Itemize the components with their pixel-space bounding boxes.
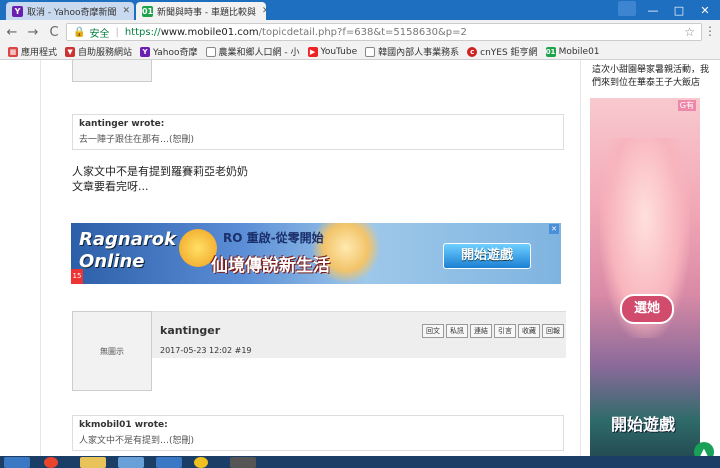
- url-host: www.mobile01.com: [160, 26, 259, 38]
- report-button[interactable]: 回報: [542, 324, 564, 338]
- ad-title: 仙境傳說新生活: [211, 256, 330, 276]
- post-line: 人家文中不是有提到羅賽莉亞老奶奶: [72, 165, 248, 178]
- bookmark-apps[interactable]: ▦ 應用程式: [8, 45, 57, 58]
- bookmark-cnyes[interactable]: c cnYES 鉅亨網: [467, 45, 538, 58]
- youtube-icon: ▶: [307, 46, 318, 57]
- ad-subtitle: RO 重啟-從零開始: [223, 231, 324, 245]
- bookmark-label: YouTube: [320, 46, 358, 57]
- media-icon[interactable]: [194, 457, 208, 468]
- close-tab-icon[interactable]: ✕: [116, 6, 130, 16]
- quote-block: kantinger wrote: 去一陣子跟住在那有…(恕刪): [72, 114, 564, 150]
- quote-author: kkmobil01 wrote:: [79, 420, 168, 430]
- scroll-to-top-button[interactable]: ▲: [694, 442, 714, 456]
- post-header: kantinger 2017-05-23 12:02 #19 回文 私訊 連結 …: [152, 311, 566, 358]
- ad-brand-badge: G有: [677, 100, 696, 111]
- bookmark-label: Yahoo奇摩: [153, 48, 198, 58]
- forward-button[interactable]: →: [24, 23, 42, 41]
- page-icon: [205, 46, 216, 57]
- avatar: [72, 60, 152, 82]
- close-window-button[interactable]: ✕: [692, 0, 718, 20]
- bookmark-agri[interactable]: 農業和鄉人口網 - 小: [205, 45, 300, 58]
- quote-text: 人家文中不是有提到…(恕刪): [79, 436, 195, 446]
- start-game-text[interactable]: 開始遊戲: [610, 416, 676, 434]
- close-tab-icon[interactable]: ✕: [256, 6, 266, 16]
- quote-block: kkmobil01 wrote: 人家文中不是有提到…(恕刪): [72, 415, 564, 451]
- age-rating-badge: 15: [71, 269, 83, 284]
- choose-her-button[interactable]: 選她: [620, 294, 674, 324]
- bookmark-label: 韓國內部人事業務系: [378, 48, 460, 58]
- tab-title: 新聞與時事 - 車題比較與: [157, 7, 256, 18]
- sidebar-article-link[interactable]: 這次小甜園舉家暑親活動，我們來到位在華泰王子大飯店: [592, 64, 712, 90]
- tab-mobile01[interactable]: 01 新聞與時事 - 車題比較與 ✕: [136, 2, 266, 20]
- taskbar: [0, 456, 720, 468]
- chrome-icon[interactable]: [44, 457, 58, 468]
- bookmark-yahoo[interactable]: Y Yahoo奇摩: [140, 45, 198, 58]
- mobile01-favicon-icon: 01: [141, 5, 154, 17]
- cnyes-icon: c: [467, 46, 478, 57]
- forum-post: 無圖示 kantinger 2017-05-23 12:02 #19 回文 私訊…: [72, 311, 566, 391]
- browser-toolbar: ← → C 🔒 安全 | https:// www.mobile01.com /…: [0, 20, 720, 44]
- app-icon[interactable]: [230, 457, 256, 468]
- bookmark-self-service[interactable]: ▼ 自助服務網站: [65, 45, 132, 58]
- ie-icon[interactable]: [156, 457, 182, 468]
- post-meta: 2017-05-23 12:02 #19: [160, 346, 252, 355]
- tab-title: 取消 - Yahoo奇摩新聞: [27, 7, 117, 18]
- message-button[interactable]: 私訊: [446, 324, 468, 338]
- bookmark-star-icon[interactable]: ☆: [684, 25, 695, 39]
- reply-button[interactable]: 回文: [422, 324, 444, 338]
- tab-yahoo[interactable]: Y 取消 - Yahoo奇摩新聞 ✕: [6, 2, 134, 20]
- quote-button[interactable]: 引言: [494, 324, 516, 338]
- quote-text: 去一陣子跟住在那有…(恕刪): [79, 135, 195, 145]
- post-author[interactable]: kantinger: [160, 324, 220, 337]
- post-line: 文章要看完呀...: [72, 180, 149, 193]
- address-bar[interactable]: 🔒 安全 | https:// www.mobile01.com /topicd…: [66, 23, 702, 41]
- back-button[interactable]: ←: [3, 23, 21, 41]
- url-scheme: https://: [124, 26, 161, 38]
- app-icon[interactable]: [118, 457, 144, 468]
- tab-strip: Y 取消 - Yahoo奇摩新聞 ✕ 01 新聞與時事 - 車題比較與 ✕ — …: [0, 0, 720, 20]
- yahoo-icon: Y: [140, 46, 151, 57]
- bookmark-label: cnYES 鉅亨網: [480, 48, 538, 58]
- reload-button[interactable]: C: [45, 23, 63, 41]
- divider: |: [115, 26, 119, 38]
- start-game-button[interactable]: 開始遊戲: [443, 243, 531, 269]
- divider: [40, 60, 41, 456]
- yahoo-favicon-icon: Y: [12, 5, 23, 17]
- bookmark-youtube[interactable]: ▶ YouTube: [307, 46, 358, 57]
- shield-icon: ▼: [65, 46, 76, 57]
- link-button[interactable]: 連結: [470, 324, 492, 338]
- bookmark-label: 應用程式: [21, 48, 58, 58]
- bookmark-mobile01[interactable]: 01 Mobile01: [545, 46, 600, 57]
- bookmark-label: 自助服務網站: [78, 48, 133, 58]
- ad-close-icon[interactable]: ✕: [549, 224, 559, 234]
- post-actions: 回文 私訊 連結 引言 收藏 回報: [422, 324, 566, 338]
- bookmark-label: Mobile01: [558, 46, 600, 57]
- apps-icon: ▦: [8, 46, 18, 57]
- mobile01-icon: 01: [545, 46, 556, 57]
- folder-icon[interactable]: [80, 457, 106, 468]
- avatar: 無圖示: [72, 311, 152, 391]
- divider: [580, 60, 581, 456]
- ad-logo: Ragnarok Online: [79, 229, 219, 277]
- minimize-button[interactable]: —: [640, 0, 666, 20]
- profile-icon[interactable]: [618, 1, 636, 16]
- lock-icon: 🔒: [73, 26, 86, 38]
- secure-label: 安全: [89, 28, 110, 40]
- bookmark-hr-system[interactable]: 韓國內部人事業務系: [365, 45, 459, 58]
- url-path: /topicdetail.php?f=638&t=5158630&p=2: [258, 26, 467, 38]
- maximize-button[interactable]: □: [666, 0, 692, 20]
- menu-icon[interactable]: ⋮: [704, 24, 716, 38]
- bookmark-label: 農業和鄉人口網 - 小: [218, 48, 300, 58]
- start-icon[interactable]: [4, 457, 30, 468]
- page-content: kantinger wrote: 去一陣子跟住在那有…(恕刪) 人家文中不是有提…: [0, 60, 720, 456]
- favorite-button[interactable]: 收藏: [518, 324, 540, 338]
- bookmarks-bar: ▦ 應用程式 ▼ 自助服務網站 Y Yahoo奇摩 農業和鄉人口網 - 小 ▶ …: [0, 44, 720, 60]
- game-ad-banner[interactable]: Ragnarok Online 15 RO 重啟-從零開始 仙境傳說新生活 開始…: [71, 223, 561, 284]
- ad-logo-text: Ragnarok Online: [79, 229, 177, 272]
- sidebar-game-ad[interactable]: G有 選她 開始遊戲: [590, 98, 700, 456]
- post-body: 人家文中不是有提到羅賽莉亞老奶奶 文章要看完呀...: [72, 164, 248, 194]
- page-icon: [365, 46, 376, 57]
- quote-author: kantinger wrote:: [79, 119, 165, 129]
